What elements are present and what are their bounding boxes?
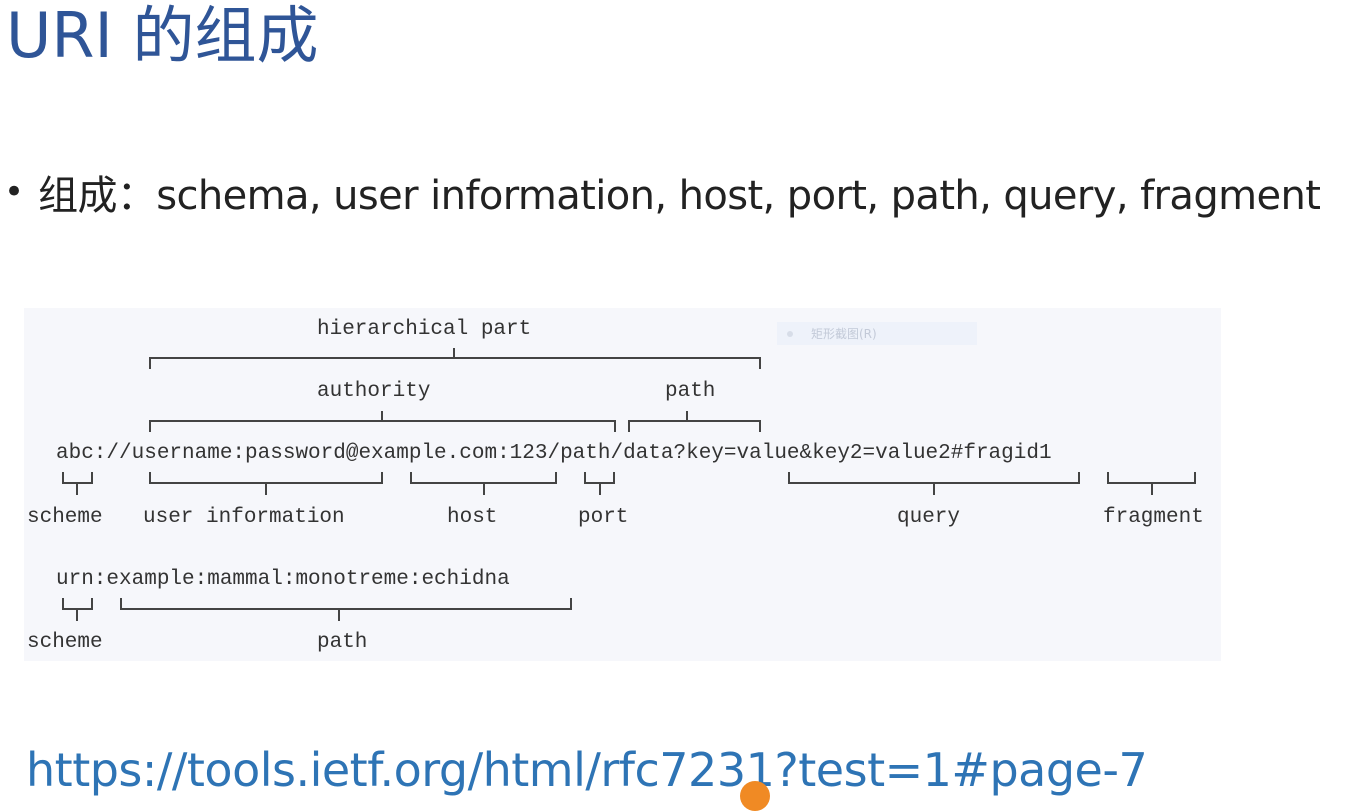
uri-diagram-svg: hierarchical part authority path abc://u… [27,318,1204,654]
label-path-2: path [317,631,367,654]
slide-title: URI 的组成 [6,0,319,72]
bracket-path-2 [120,598,572,621]
label-port: port [578,506,628,529]
label-path-top: path [665,380,715,403]
pointer-cursor-icon [740,781,770,811]
label-host: host [447,506,497,529]
bracket-hierarchical-part [149,348,761,369]
bracket-scheme [62,472,93,495]
rfc-link[interactable]: https://tools.ietf.org/html/rfc7231?test… [26,742,1148,798]
label-scheme: scheme [27,506,103,529]
bracket-path-top [628,411,761,432]
bracket-port [584,472,615,495]
bullet-item: • 组成：schema, user information, host, por… [4,165,1321,219]
bracket-host [410,472,557,495]
uri-example-1: abc://username:password@example.com:123/… [56,442,1052,465]
bullet-text: 组成：schema, user information, host, port,… [38,173,1321,219]
label-fragment: fragment [1103,506,1204,529]
bullet-icon: • [4,172,25,212]
uri-diagram: hierarchical part authority path abc://u… [24,308,1221,661]
bracket-scheme-2 [62,598,93,621]
label-authority: authority [317,380,430,403]
label-user-information: user information [143,506,345,529]
bracket-query [788,472,1080,495]
label-hierarchical-part: hierarchical part [317,318,531,341]
tooltip-dot-icon [787,330,793,337]
bracket-user-information [149,472,383,495]
screenshot-tooltip: 矩形截图(R) [777,322,977,345]
label-scheme-2: scheme [27,631,103,654]
tooltip-text: 矩形截图(R) [811,327,877,341]
bracket-fragment [1107,472,1196,495]
uri-example-2: urn:example:mammal:monotreme:echidna [56,568,510,591]
label-query: query [897,506,960,529]
bracket-authority [149,411,616,432]
